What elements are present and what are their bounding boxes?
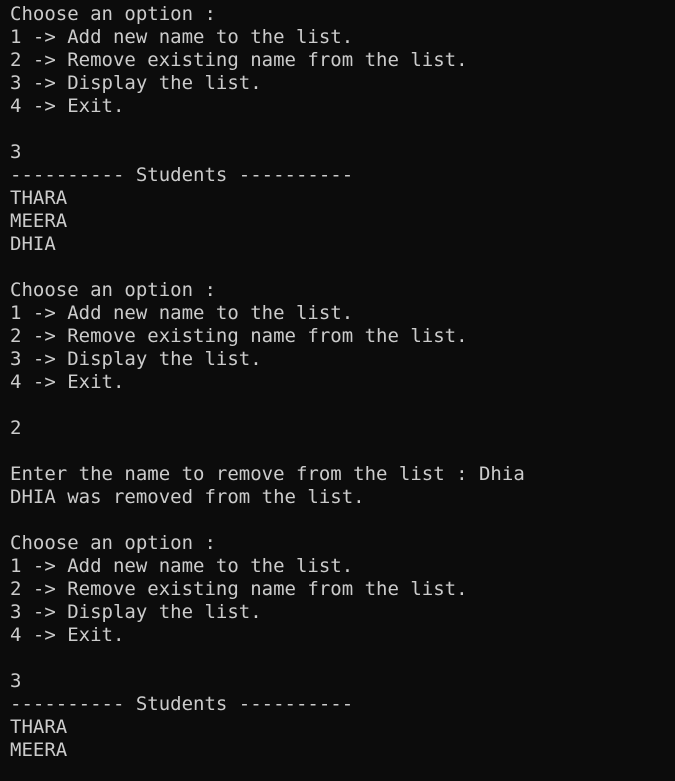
- menu-option-display: 3 -> Display the list.: [10, 72, 262, 94]
- menu-option-exit: 4 -> Exit.: [10, 95, 125, 117]
- menu-prompt: Choose an option :: [10, 279, 216, 301]
- student-name: THARA: [10, 187, 68, 209]
- menu-prompt: Choose an option :: [10, 3, 216, 25]
- remove-prompt: Enter the name to remove from the list :…: [10, 463, 525, 485]
- menu-option-remove: 2 -> Remove existing name from the list.: [10, 325, 468, 347]
- menu-option-add: 1 -> Add new name to the list.: [10, 302, 354, 324]
- menu-option-display: 3 -> Display the list.: [10, 601, 262, 623]
- menu-option-exit: 4 -> Exit.: [10, 371, 125, 393]
- remove-confirmation: DHIA was removed from the list.: [10, 486, 365, 508]
- user-input: 3: [10, 141, 22, 163]
- students-header: ---------- Students ----------: [10, 693, 354, 715]
- menu-option-exit: 4 -> Exit.: [10, 624, 125, 646]
- terminal-window[interactable]: Choose an option : 1 -> Add new name to …: [0, 0, 675, 781]
- student-name: THARA: [10, 716, 68, 738]
- user-input: 3: [10, 670, 22, 692]
- menu-option-remove: 2 -> Remove existing name from the list.: [10, 49, 468, 71]
- student-name: DHIA: [10, 233, 56, 255]
- student-name: MEERA: [10, 210, 68, 232]
- menu-prompt: Choose an option :: [10, 532, 216, 554]
- menu-option-display: 3 -> Display the list.: [10, 348, 262, 370]
- user-input: 2: [10, 417, 22, 439]
- menu-option-add: 1 -> Add new name to the list.: [10, 26, 354, 48]
- student-name: MEERA: [10, 739, 68, 761]
- students-header: ---------- Students ----------: [10, 164, 354, 186]
- menu-option-remove: 2 -> Remove existing name from the list.: [10, 578, 468, 600]
- menu-option-add: 1 -> Add new name to the list.: [10, 555, 354, 577]
